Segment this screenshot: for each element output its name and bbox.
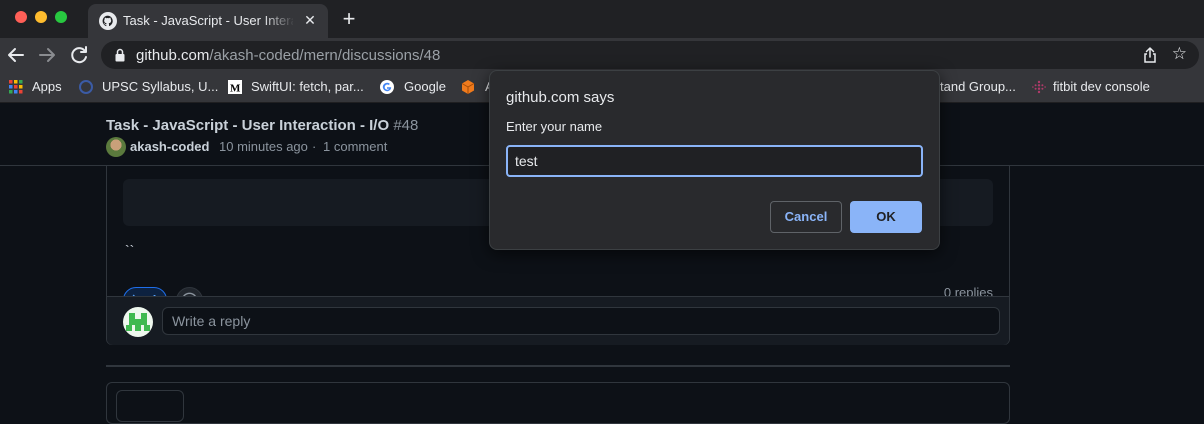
next-comment-header	[116, 390, 184, 422]
bookmark-apps[interactable]: Apps	[32, 79, 62, 94]
identicon-icon	[126, 313, 150, 331]
bookmark-swiftui[interactable]: SwiftUI: fetch, par...	[251, 79, 364, 94]
fitbit-icon	[1032, 80, 1046, 94]
timeline-divider	[106, 365, 1010, 367]
discussion-number: #48	[393, 117, 419, 134]
dialog-title: github.com says	[506, 89, 615, 106]
comment-count: 1 comment	[323, 139, 388, 154]
bookmark-star-icon[interactable]: ☆	[1172, 44, 1187, 64]
bookmark-upsc[interactable]: UPSC Syllabus, U...	[102, 79, 218, 94]
minimize-window-button[interactable]	[35, 11, 47, 23]
upsc-icon	[79, 80, 93, 94]
page-title: Task - JavaScript - User Interaction - I…	[106, 117, 418, 134]
url-text: github.com/akash-coded/mern/discussions/…	[136, 47, 440, 64]
reload-icon[interactable]	[67, 43, 91, 67]
author-link[interactable]: akash-coded	[130, 139, 209, 154]
meta-separator: ·	[312, 139, 317, 154]
lock-icon[interactable]	[115, 48, 125, 62]
url-host: github.com	[136, 47, 210, 64]
address-bar[interactable]: github.com/akash-coded/mern/discussions/…	[101, 41, 1199, 69]
google-icon	[380, 80, 394, 94]
url-path: /akash-coded/mern/discussions/48	[209, 47, 441, 64]
reply-input[interactable]	[162, 307, 1000, 335]
apps-grid-icon	[9, 80, 23, 94]
discussion-title: Task - JavaScript - User Interaction - I…	[106, 117, 390, 134]
back-arrow-icon[interactable]	[4, 43, 28, 67]
share-icon[interactable]	[1141, 46, 1159, 64]
browser-toolbar: github.com/akash-coded/mern/discussions/…	[0, 38, 1204, 72]
next-comment-card	[106, 382, 1010, 424]
new-tab-button[interactable]: +	[338, 8, 360, 30]
bookmark-google[interactable]: Google	[404, 79, 446, 94]
github-icon	[99, 12, 117, 30]
svg-text:M: M	[230, 83, 241, 95]
browser-tab-active[interactable]: Task - JavaScript - User Interaction - I…	[88, 4, 328, 38]
forward-arrow-icon[interactable]	[35, 43, 59, 67]
author-avatar[interactable]	[106, 137, 126, 157]
bookmark-fitbit[interactable]: fitbit dev console	[1053, 79, 1150, 94]
bookmark-tand-group[interactable]: tand Group...	[940, 79, 1016, 94]
tab-close-icon[interactable]: ✕	[302, 12, 318, 28]
tab-title-fade	[263, 8, 295, 32]
close-window-button[interactable]	[15, 11, 27, 23]
medium-icon: M	[228, 80, 242, 94]
ok-button[interactable]: OK	[850, 201, 922, 233]
fullscreen-window-button[interactable]	[55, 11, 67, 23]
cancel-button[interactable]: Cancel	[770, 201, 842, 233]
prompt-input[interactable]	[506, 145, 923, 177]
cube-icon	[461, 80, 475, 94]
prompt-dialog: github.com says Enter your name Cancel O…	[489, 70, 940, 250]
dialog-message: Enter your name	[506, 119, 603, 134]
avatar	[123, 307, 153, 337]
reply-composer	[107, 296, 1009, 345]
comment-text: ``	[125, 242, 135, 258]
timestamp[interactable]: 10 minutes ago	[219, 139, 308, 154]
tab-strip: Task - JavaScript - User Interaction - I…	[0, 0, 1204, 38]
